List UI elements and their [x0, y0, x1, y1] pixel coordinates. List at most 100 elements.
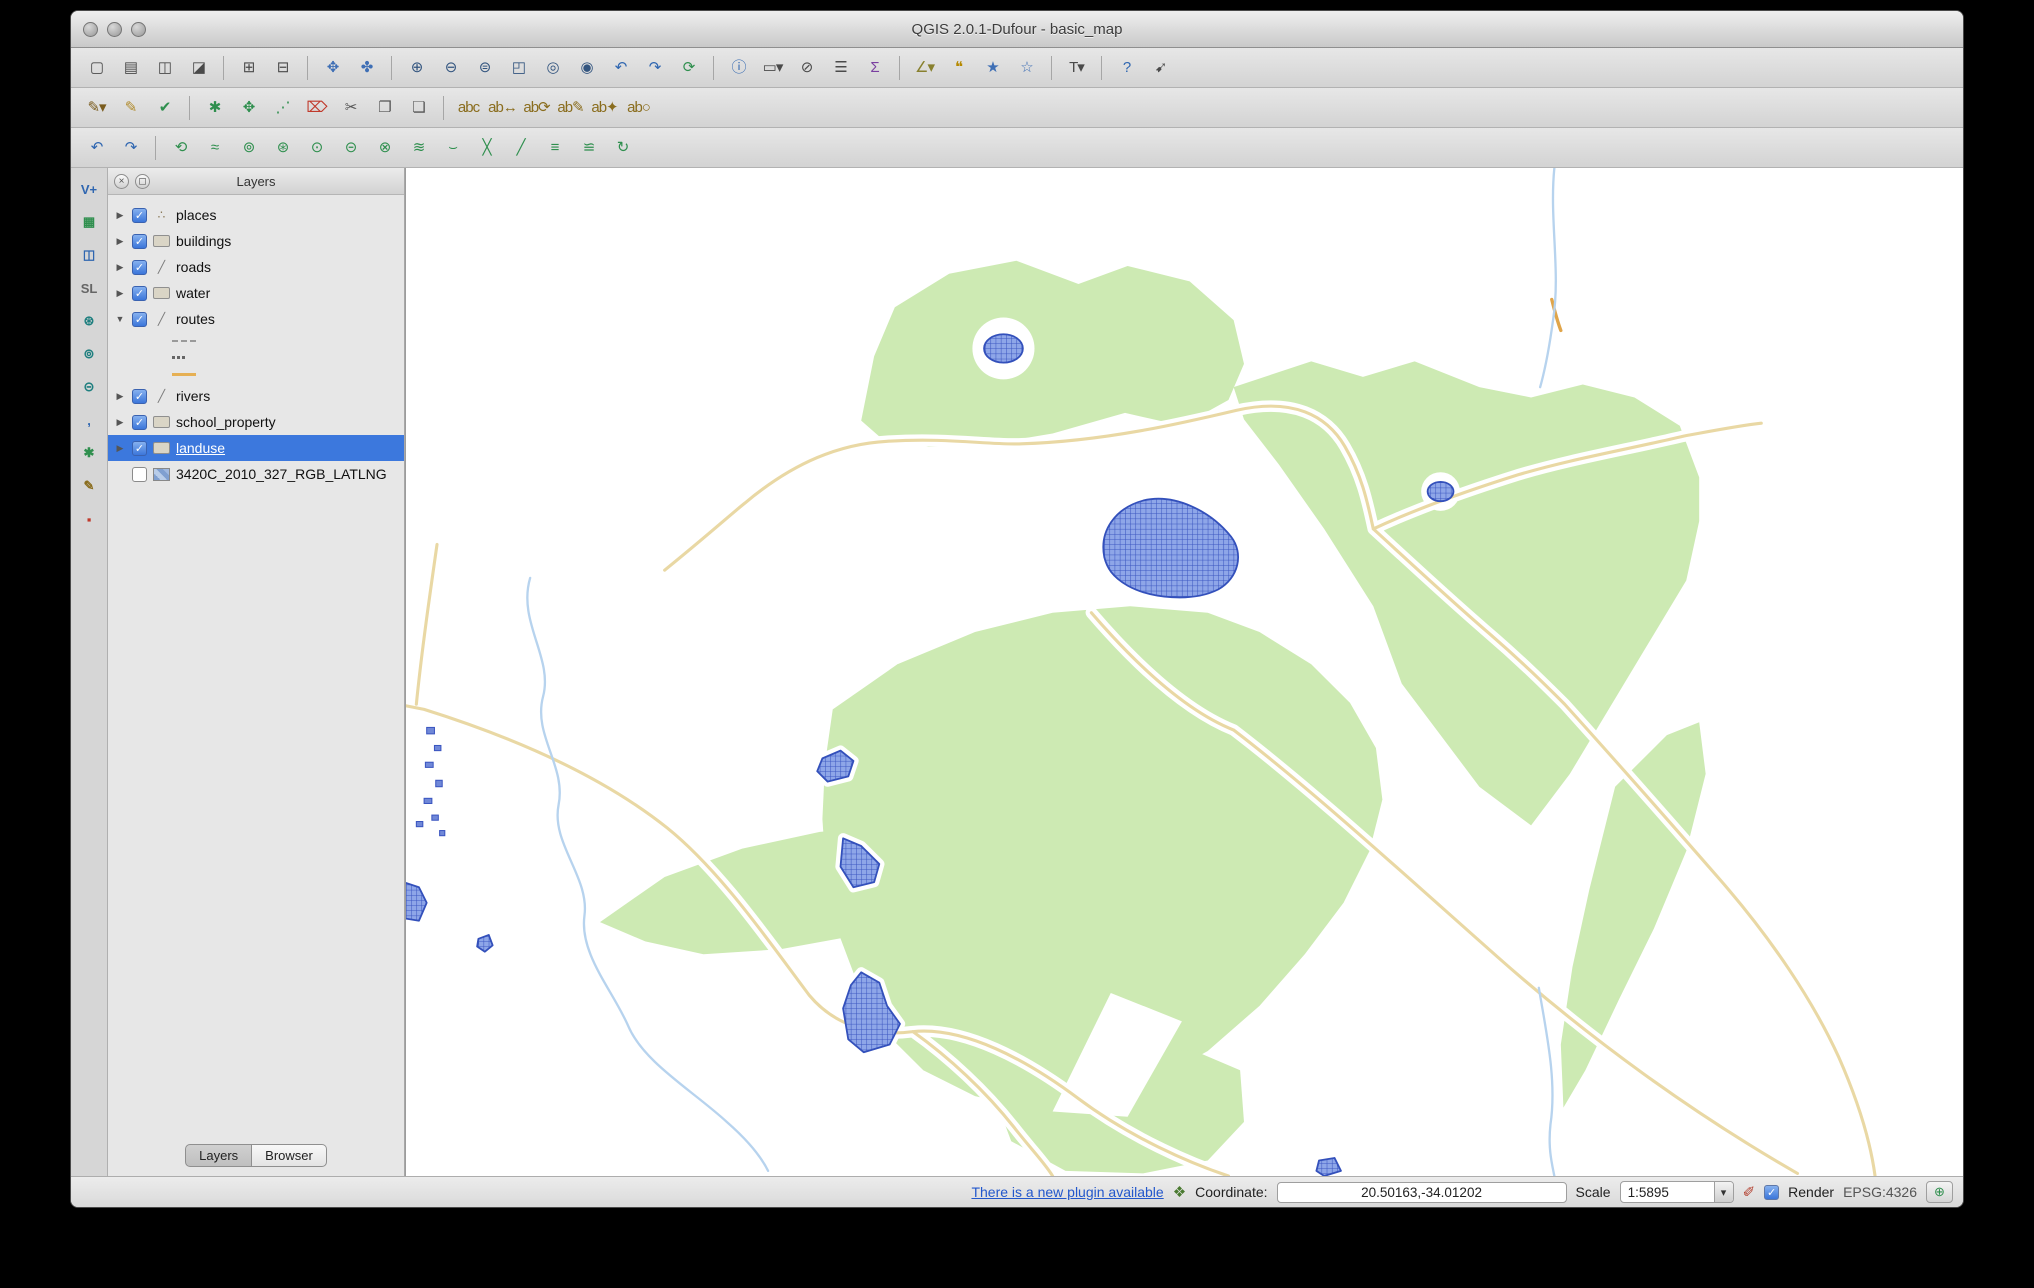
merge-features-button[interactable]: ≡	[539, 133, 570, 163]
expand-arrow-icon[interactable]	[114, 391, 126, 402]
move-label-button[interactable]: ab↔	[487, 93, 518, 123]
add-ring-button[interactable]: ⊚	[233, 133, 264, 163]
layer-row-water[interactable]: water	[108, 280, 404, 306]
rotate-point-symbols-button[interactable]: ↻	[607, 133, 638, 163]
new-print-composer-button[interactable]: ⊞	[233, 53, 264, 83]
save-project-button[interactable]: ◫	[149, 53, 180, 83]
node-tool-button[interactable]: ⋰	[267, 93, 298, 123]
add-delimited-text-layer-button[interactable]: ,	[75, 407, 103, 433]
plugin-icon[interactable]: ❖	[1173, 1183, 1186, 1201]
delete-selected-button[interactable]: ⌦	[301, 93, 332, 123]
new-bookmark-button[interactable]: ★	[977, 53, 1008, 83]
zoom-window-button[interactable]	[131, 22, 146, 37]
layer-row-roads[interactable]: roads	[108, 254, 404, 280]
titlebar[interactable]: QGIS 2.0.1-Dufour - basic_map	[71, 11, 1963, 48]
show-bookmarks-button[interactable]: ☆	[1011, 53, 1042, 83]
simplify-feature-button[interactable]: ≈	[199, 133, 230, 163]
zoom-native-button[interactable]: ⊜	[469, 53, 500, 83]
copy-features-button[interactable]: ❐	[369, 93, 400, 123]
toggle-editing-button[interactable]: ✎	[115, 93, 146, 123]
expand-arrow-icon[interactable]	[114, 417, 126, 428]
delete-ring-button[interactable]: ⊝	[335, 133, 366, 163]
split-parts-button[interactable]: ╳	[471, 133, 502, 163]
render-paintbrush-icon[interactable]: ✐	[1743, 1183, 1756, 1201]
layer-row-landuse[interactable]: landuse	[108, 435, 404, 461]
panel-tab-browser[interactable]: Browser	[252, 1144, 327, 1167]
scale-combo-arrow-icon[interactable]: ▾	[1714, 1182, 1733, 1202]
layer-row-3420c-2010-327-rgb-latlng[interactable]: 3420C_2010_327_RGB_LATLNG	[108, 461, 404, 487]
render-checkbox[interactable]: ✓	[1764, 1185, 1779, 1200]
minimize-window-button[interactable]	[107, 22, 122, 37]
layer-row-routes[interactable]: routes	[108, 306, 404, 332]
layer-visibility-checkbox[interactable]	[132, 312, 147, 327]
identify-features-button[interactable]: ⓘ	[723, 53, 754, 83]
deselect-features-button[interactable]: ⊘	[791, 53, 822, 83]
layer-visibility-checkbox[interactable]	[132, 286, 147, 301]
labeling-button[interactable]: abc	[453, 93, 484, 123]
expand-arrow-icon[interactable]	[114, 236, 126, 247]
help-button[interactable]: ?	[1111, 53, 1142, 83]
delete-part-button[interactable]: ⊗	[369, 133, 400, 163]
layer-row[interactable]	[108, 332, 404, 349]
pan-map-button[interactable]: ✥	[317, 53, 348, 83]
remove-layer-button[interactable]: ▪	[75, 506, 103, 532]
move-feature-button[interactable]: ✥	[233, 93, 264, 123]
layer-visibility-checkbox[interactable]	[132, 234, 147, 249]
plugin-available-link[interactable]: There is a new plugin available	[971, 1184, 1163, 1200]
add-feature-button[interactable]: ✱	[199, 93, 230, 123]
cut-features-button[interactable]: ✂	[335, 93, 366, 123]
change-label-button[interactable]: ab✎	[555, 93, 586, 123]
layer-visibility-checkbox[interactable]	[132, 467, 147, 482]
refresh-map-button[interactable]: ⟳	[673, 53, 704, 83]
rotate-label-button[interactable]: ab⟳	[521, 93, 552, 123]
add-wfs-layer-button[interactable]: ⊝	[75, 374, 103, 400]
layer-visibility-checkbox[interactable]	[132, 389, 147, 404]
layer-row-buildings[interactable]: buildings	[108, 228, 404, 254]
open-project-button[interactable]: ▤	[115, 53, 146, 83]
expand-arrow-icon[interactable]	[114, 262, 126, 273]
add-part-button[interactable]: ⊛	[267, 133, 298, 163]
expand-arrow-icon[interactable]	[114, 443, 126, 454]
merge-attributes-button[interactable]: ≌	[573, 133, 604, 163]
composer-manager-button[interactable]: ⊟	[267, 53, 298, 83]
pin-labels-button[interactable]: ab✦	[589, 93, 620, 123]
layer-row[interactable]	[108, 366, 404, 383]
add-postgis-layer-button[interactable]: ◫	[75, 242, 103, 268]
zoom-next-button[interactable]: ↷	[639, 53, 670, 83]
panel-float-button[interactable]: ◻	[135, 174, 150, 189]
save-project-as-button[interactable]: ◪	[183, 53, 214, 83]
field-calculator-button[interactable]: Σ	[859, 53, 890, 83]
add-raster-layer-button[interactable]: ▦	[75, 209, 103, 235]
layer-visibility-checkbox[interactable]	[132, 415, 147, 430]
panel-close-button[interactable]: ×	[114, 174, 129, 189]
zoom-full-button[interactable]: ◰	[503, 53, 534, 83]
new-shapefile-layer-button[interactable]: ✱	[75, 440, 103, 466]
scale-combo[interactable]: 1:5895 ▾	[1620, 1181, 1734, 1203]
zoom-in-button[interactable]: ⊕	[401, 53, 432, 83]
text-annotation-button[interactable]: T▾	[1061, 53, 1092, 83]
split-features-button[interactable]: ╱	[505, 133, 536, 163]
paste-features-button[interactable]: ❏	[403, 93, 434, 123]
coordinate-input[interactable]	[1277, 1182, 1567, 1203]
fill-ring-button[interactable]: ⊙	[301, 133, 332, 163]
reshape-features-button[interactable]: ⌣	[437, 133, 468, 163]
zoom-last-button[interactable]: ↶	[605, 53, 636, 83]
layer-visibility-checkbox[interactable]	[132, 260, 147, 275]
zoom-to-selection-button[interactable]: ◎	[537, 53, 568, 83]
add-wcs-layer-button[interactable]: ⊚	[75, 341, 103, 367]
measure-button[interactable]: ∠▾	[909, 53, 940, 83]
expand-arrow-icon[interactable]	[114, 314, 126, 324]
zoom-to-layer-button[interactable]: ◉	[571, 53, 602, 83]
select-features-button[interactable]: ▭▾	[757, 53, 788, 83]
expand-arrow-icon[interactable]	[114, 288, 126, 299]
close-window-button[interactable]	[83, 22, 98, 37]
save-layer-edits-button[interactable]: ✔	[149, 93, 180, 123]
open-attribute-table-button[interactable]: ☰	[825, 53, 856, 83]
add-oracle-layer-button[interactable]: ✎	[75, 473, 103, 499]
crs-status-button[interactable]: ⊕	[1926, 1181, 1953, 1203]
show-hidden-labels-button[interactable]: ab○	[623, 93, 654, 123]
add-wms-layer-button[interactable]: ⊛	[75, 308, 103, 334]
layer-row-rivers[interactable]: rivers	[108, 383, 404, 409]
whats-this-button[interactable]: ➹	[1145, 53, 1176, 83]
undo-button[interactable]: ↶	[81, 133, 112, 163]
